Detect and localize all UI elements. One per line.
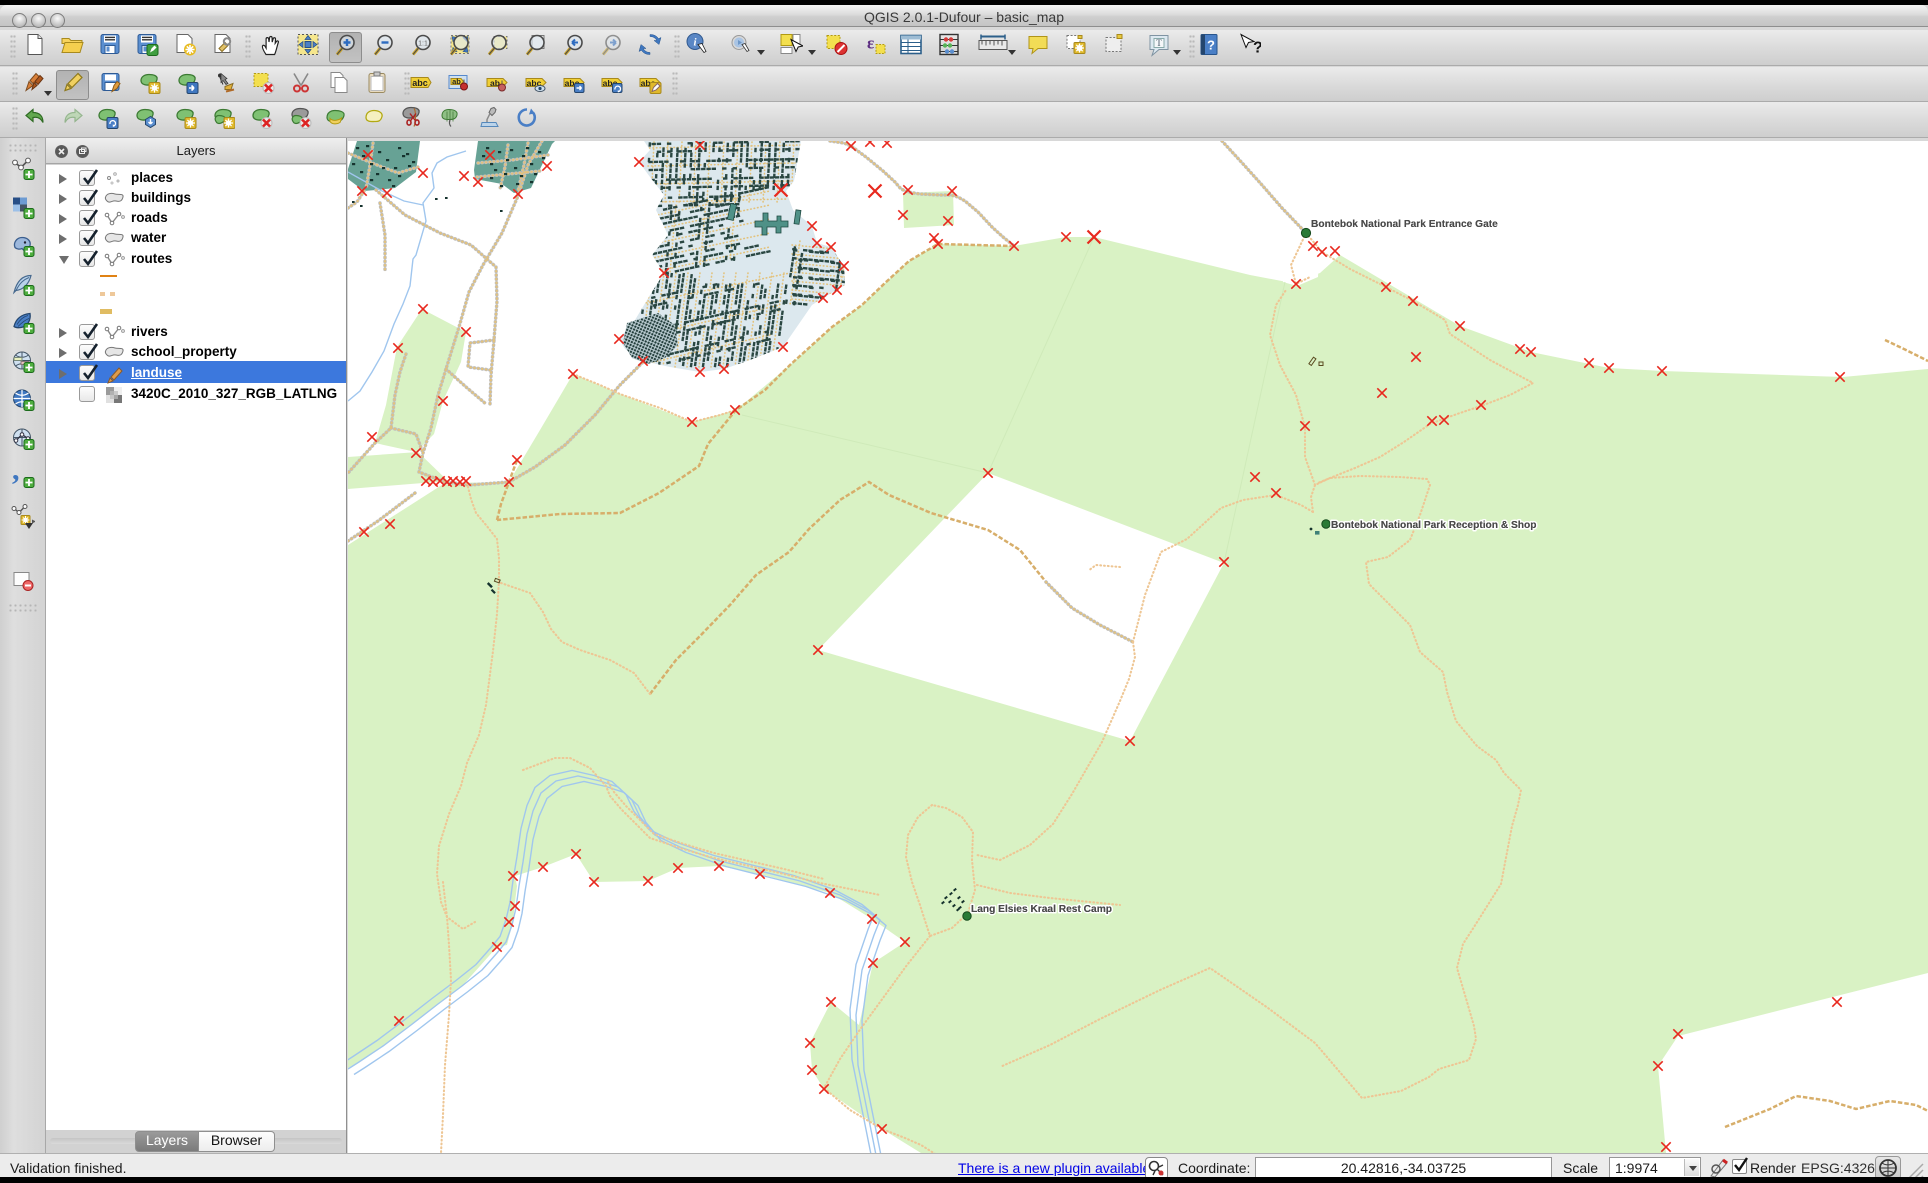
svg-text:T: T: [1156, 38, 1162, 48]
svg-text:ab: ab: [452, 77, 461, 86]
svg-text:abc: abc: [412, 78, 428, 88]
svg-text:Bontebok National Park Entranc: Bontebok National Park Entrance Gate: [1311, 219, 1498, 230]
svg-text:?: ?: [1253, 40, 1261, 57]
svg-text:Bontebok National Park Recepti: Bontebok National Park Reception & Shop: [1331, 520, 1536, 531]
svg-text:ε: ε: [867, 34, 874, 53]
svg-text:Lang Elsies Kraal Rest Camp: Lang Elsies Kraal Rest Camp: [971, 904, 1112, 915]
svg-text:,: ,: [12, 465, 20, 487]
svg-text:?: ?: [1207, 38, 1215, 53]
svg-text:1:1: 1:1: [418, 41, 428, 48]
